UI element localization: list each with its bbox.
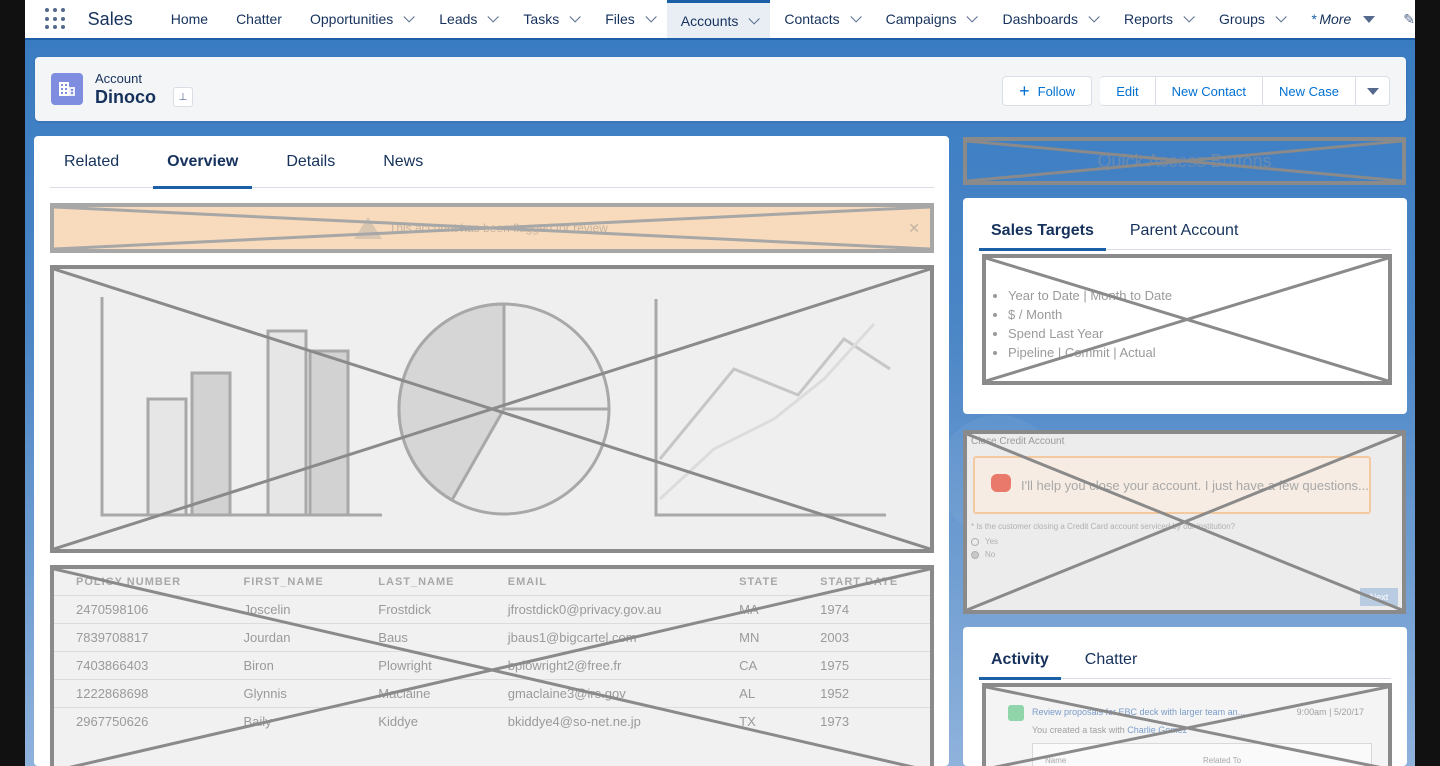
placeholder-cross [986,258,1388,381]
nav-label: Accounts [680,12,739,29]
app-launcher-icon[interactable] [45,8,66,30]
nav-more-menu[interactable]: * More [1297,0,1389,38]
chevron-down-icon[interactable] [569,11,581,23]
more-star: * [1310,11,1317,27]
sales-targets-card: Sales Targets Parent Account Year to Dat… [963,198,1407,414]
follow-label: Follow [1037,83,1076,99]
placeholder-cross [54,207,930,249]
record-header: Account Dinoco ⊥ + Follow Edit New Contac… [35,57,1406,121]
chevron-down-icon[interactable] [1088,11,1100,23]
chevron-down-icon[interactable] [748,12,761,25]
edit-label: Edit [1116,83,1139,99]
caret-down-icon[interactable] [1363,15,1376,23]
main-content-card: Related Overview Details News This accou… [34,136,949,766]
nav-more-label: More [1319,11,1352,27]
nav-label: Campaigns [885,11,957,27]
hierarchy-icon[interactable]: ⊥ [173,87,193,107]
tab-news[interactable]: News [369,136,437,188]
nav-item-contacts[interactable]: Contacts [770,0,871,38]
chevron-down-icon[interactable] [850,11,862,23]
app-name: Sales [87,8,133,29]
tab-activity[interactable]: Activity [979,641,1061,680]
plus-icon: + [1019,80,1030,101]
targets-placeholder: Year to Date | Month to Date $ / Month S… [982,254,1392,385]
nav-label: Groups [1218,11,1265,27]
edit-nav-pencil-icon[interactable]: ✎ [1403,11,1415,28]
nav-item-chatter[interactable]: Chatter [222,0,296,38]
header-actions: + Follow Edit New Contact New Case [1002,76,1390,106]
object-type-label: Account [95,71,142,86]
activity-card: Activity Chatter Review proposals for EB… [963,627,1407,766]
nav-label: Contacts [784,11,840,27]
nav-label: Home [170,11,209,27]
data-table-placeholder: POLICY NUMBER FIRST_NAME LAST_NAME EMAIL… [50,565,934,766]
new-contact-button[interactable]: New Contact [1155,76,1264,106]
nav-label: Reports [1123,11,1173,27]
nav-label: Dashboards [1002,11,1078,27]
nav-label: Leads [439,11,478,27]
tab-sales-targets[interactable]: Sales Targets [979,212,1106,251]
placeholder-cross [967,141,1402,181]
chevron-down-icon[interactable] [487,11,500,23]
app-frame: Sales Home Chatter Opportunities Leads T… [25,0,1415,766]
tab-details[interactable]: Details [272,136,349,188]
tab-parent-account[interactable]: Parent Account [1118,212,1251,250]
chevron-down-icon [1366,87,1379,95]
nav-item-campaigns[interactable]: Campaigns [872,0,989,38]
placeholder-cross [967,434,1402,610]
chevron-down-icon[interactable] [1183,11,1195,23]
nav-item-opportunities[interactable]: Opportunities [296,0,425,38]
nav-item-reports[interactable]: Reports [1110,0,1205,38]
global-nav: Sales Home Chatter Opportunities Leads T… [25,0,1415,40]
follow-button[interactable]: + Follow [1002,76,1093,106]
more-actions-button[interactable] [1356,76,1390,106]
alert-placeholder: This account has been flagged for review… [50,203,934,253]
placeholder-cross [54,269,930,549]
quick-access-placeholder: Quick Access Buttons [963,137,1406,185]
tab-chatter[interactable]: Chatter [1073,641,1149,679]
nav-label: Files [605,11,635,27]
nav-item-dashboards[interactable]: Dashboards [988,0,1110,38]
sales-targets-tabs: Sales Targets Parent Account [979,212,1391,251]
nav-item-home[interactable]: Home [157,0,222,38]
charts-placeholder [50,265,934,553]
nav-item-tasks[interactable]: Tasks [509,0,591,38]
new-case-label: New Case [1279,83,1339,99]
edit-button[interactable]: Edit [1100,76,1156,106]
close-credit-placeholder: Close Credit Account I'll help you close… [963,430,1406,614]
activity-tabs: Activity Chatter [979,641,1391,680]
new-contact-label: New Contact [1171,83,1247,99]
nav-item-files[interactable]: Files [591,0,667,38]
nav-item-leads[interactable]: Leads [425,0,509,38]
placeholder-cross [986,687,1388,766]
chevron-down-icon[interactable] [1275,11,1287,23]
record-title: Dinoco [95,87,156,107]
nav-item-groups[interactable]: Groups [1205,0,1297,38]
tab-related[interactable]: Related [50,136,133,188]
nav-label: Opportunities [309,11,394,27]
building-icon [59,82,75,96]
nav-label: Tasks [523,11,560,27]
chevron-down-icon[interactable] [966,11,979,23]
nav-item-accounts[interactable]: Accounts [666,0,771,38]
account-icon [51,73,83,105]
activity-placeholder: Review proposals for EBC deck with large… [982,683,1392,766]
new-case-button[interactable]: New Case [1263,76,1356,106]
chevron-down-icon[interactable] [403,11,416,23]
chevron-down-icon[interactable] [645,11,657,23]
tab-overview[interactable]: Overview [153,136,253,189]
nav-label: Chatter [236,11,282,27]
placeholder-cross [54,569,930,766]
record-tabs: Related Overview Details News [50,136,934,189]
